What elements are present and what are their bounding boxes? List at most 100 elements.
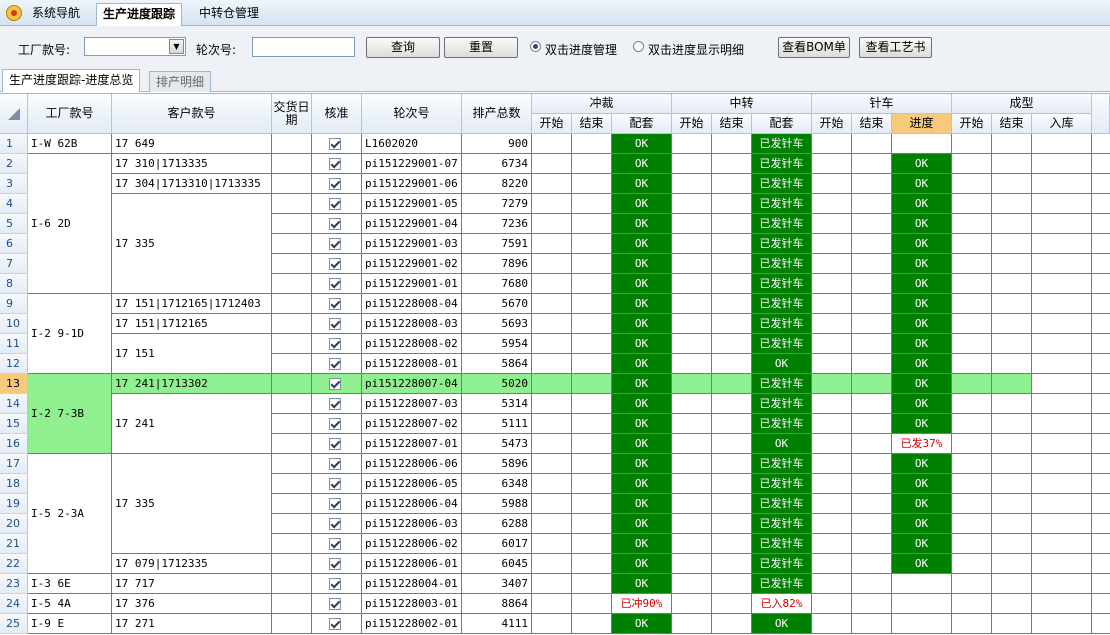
delivery-date-cell[interactable] xyxy=(272,234,312,254)
cut-end-cell[interactable] xyxy=(572,514,612,534)
row-number[interactable]: 10 xyxy=(0,314,28,334)
approve-checkbox[interactable] xyxy=(329,278,341,290)
sew-end-cell[interactable] xyxy=(852,414,892,434)
sew-end-cell[interactable] xyxy=(852,154,892,174)
sew-progress-cell[interactable]: 已发37% xyxy=(892,434,952,454)
trans-start-cell[interactable] xyxy=(672,294,712,314)
approve-cell[interactable] xyxy=(312,554,362,574)
trans-end-cell[interactable] xyxy=(712,434,752,454)
sew-end-cell[interactable] xyxy=(852,614,892,634)
approve-cell[interactable] xyxy=(312,614,362,634)
factory-style-select[interactable]: ▼ xyxy=(84,37,186,56)
cut-start-cell[interactable] xyxy=(532,134,572,154)
approve-checkbox[interactable] xyxy=(329,138,341,150)
sew-progress-cell[interactable]: OK xyxy=(892,174,952,194)
approve-cell[interactable] xyxy=(312,314,362,334)
cut-start-cell[interactable] xyxy=(532,234,572,254)
chevron-down-icon[interactable]: ▼ xyxy=(169,39,184,54)
trans-start-cell[interactable] xyxy=(672,454,712,474)
sew-start-cell[interactable] xyxy=(812,534,852,554)
cut-match-cell[interactable]: 已冲90% xyxy=(612,594,672,614)
sew-progress-cell[interactable]: OK xyxy=(892,394,952,414)
trans-match-cell[interactable]: OK xyxy=(752,354,812,374)
form-stock-cell[interactable] xyxy=(1032,254,1092,274)
cut-match-cell[interactable]: OK xyxy=(612,434,672,454)
row-number[interactable]: 12 xyxy=(0,354,28,374)
cut-end-cell[interactable] xyxy=(572,354,612,374)
trans-start-cell[interactable] xyxy=(672,614,712,634)
form-start-cell[interactable] xyxy=(952,194,992,214)
approve-checkbox[interactable] xyxy=(329,518,341,530)
row-number[interactable]: 8 xyxy=(0,274,28,294)
total-cell[interactable]: 5896 xyxy=(462,454,532,474)
approve-checkbox[interactable] xyxy=(329,418,341,430)
approve-checkbox[interactable] xyxy=(329,398,341,410)
customer-style-cell[interactable]: 17 717 xyxy=(112,574,272,594)
trans-end-cell[interactable] xyxy=(712,354,752,374)
form-start-cell[interactable] xyxy=(952,534,992,554)
customer-style-cell[interactable]: 17 304|1713310|1713335 xyxy=(112,174,272,194)
cut-end-cell[interactable] xyxy=(572,374,612,394)
delivery-date-cell[interactable] xyxy=(272,374,312,394)
trans-match-cell[interactable]: OK xyxy=(752,434,812,454)
customer-style-cell[interactable]: 17 241|1713302 xyxy=(112,374,272,394)
trans-start-cell[interactable] xyxy=(672,194,712,214)
form-end-cell[interactable] xyxy=(992,294,1032,314)
trans-start-cell[interactable] xyxy=(672,494,712,514)
sew-progress-cell[interactable]: OK xyxy=(892,374,952,394)
form-stock-cell[interactable] xyxy=(1032,434,1092,454)
cut-start-cell[interactable] xyxy=(532,574,572,594)
customer-style-cell[interactable]: 17 151 xyxy=(112,334,272,374)
form-stock-cell[interactable] xyxy=(1032,294,1092,314)
trans-match-cell[interactable]: 已发针车 xyxy=(752,314,812,334)
trans-start-cell[interactable] xyxy=(672,374,712,394)
delivery-date-cell[interactable] xyxy=(272,354,312,374)
trans-end-cell[interactable] xyxy=(712,294,752,314)
sew-end-cell[interactable] xyxy=(852,534,892,554)
delivery-date-cell[interactable] xyxy=(272,574,312,594)
sew-start-cell[interactable] xyxy=(812,274,852,294)
form-start-cell[interactable] xyxy=(952,274,992,294)
trans-start-cell[interactable] xyxy=(672,234,712,254)
sew-progress-cell[interactable] xyxy=(892,574,952,594)
approve-checkbox[interactable] xyxy=(329,218,341,230)
trans-end-cell[interactable] xyxy=(712,234,752,254)
cut-match-cell[interactable]: OK xyxy=(612,574,672,594)
factory-style-cell[interactable]: I-9 E xyxy=(28,614,112,634)
cut-start-cell[interactable] xyxy=(532,494,572,514)
form-end-cell[interactable] xyxy=(992,494,1032,514)
customer-style-cell[interactable]: 17 335 xyxy=(112,194,272,294)
sew-progress-cell[interactable]: OK xyxy=(892,154,952,174)
round-cell[interactable]: pi151228008-02 xyxy=(362,334,462,354)
sew-end-cell[interactable] xyxy=(852,574,892,594)
round-cell[interactable]: pi151228002-01 xyxy=(362,614,462,634)
header-sub[interactable]: 结束 xyxy=(572,114,612,134)
form-stock-cell[interactable] xyxy=(1032,514,1092,534)
form-stock-cell[interactable] xyxy=(1032,154,1092,174)
approve-checkbox[interactable] xyxy=(329,558,341,570)
cut-end-cell[interactable] xyxy=(572,154,612,174)
customer-style-cell[interactable]: 17 271 xyxy=(112,614,272,634)
row-number[interactable]: 21 xyxy=(0,534,28,554)
approve-cell[interactable] xyxy=(312,194,362,214)
header-customer[interactable]: 客户款号 xyxy=(112,94,272,134)
cut-start-cell[interactable] xyxy=(532,594,572,614)
sew-start-cell[interactable] xyxy=(812,174,852,194)
sew-progress-cell[interactable]: OK xyxy=(892,314,952,334)
form-start-cell[interactable] xyxy=(952,254,992,274)
round-cell[interactable]: pi151228008-03 xyxy=(362,314,462,334)
form-start-cell[interactable] xyxy=(952,234,992,254)
delivery-date-cell[interactable] xyxy=(272,194,312,214)
sew-end-cell[interactable] xyxy=(852,214,892,234)
factory-style-cell[interactable]: I-6 2D xyxy=(28,154,112,294)
cut-match-cell[interactable]: OK xyxy=(612,414,672,434)
total-cell[interactable]: 7896 xyxy=(462,254,532,274)
trans-match-cell[interactable]: 已发针车 xyxy=(752,474,812,494)
form-stock-cell[interactable] xyxy=(1032,354,1092,374)
cut-start-cell[interactable] xyxy=(532,614,572,634)
cut-end-cell[interactable] xyxy=(572,214,612,234)
cut-match-cell[interactable]: OK xyxy=(612,474,672,494)
trans-start-cell[interactable] xyxy=(672,474,712,494)
form-start-cell[interactable] xyxy=(952,214,992,234)
sew-progress-cell[interactable]: OK xyxy=(892,354,952,374)
